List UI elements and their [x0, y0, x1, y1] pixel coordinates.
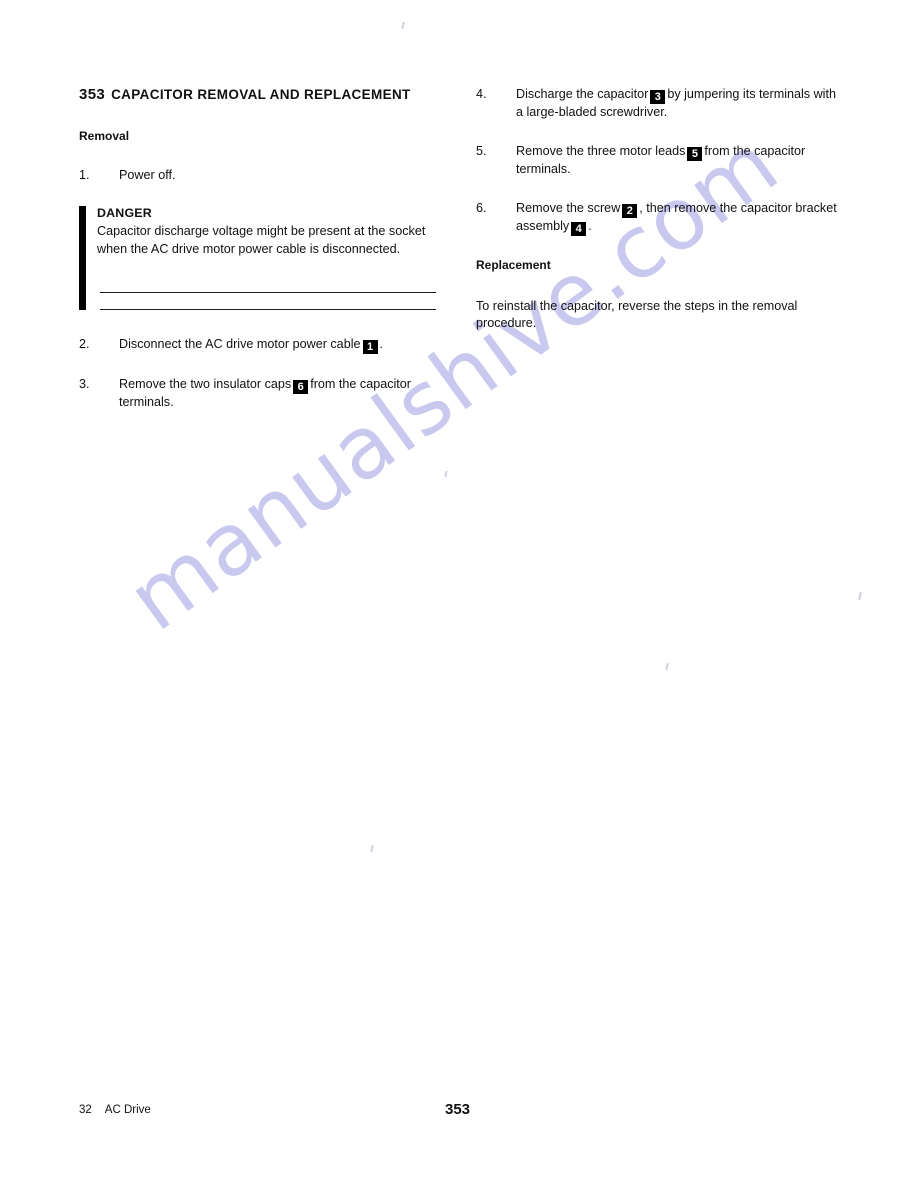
document-page: manualshive.com 353 CAPACITOR REMOVAL AND… — [0, 0, 923, 1192]
removal-step-5: 5. Remove the three motor leads 5 from the… — [476, 143, 844, 178]
page-footer: 32 AC Drive 353 — [79, 1101, 863, 1124]
step-text-after: . — [379, 337, 384, 351]
danger-rule — [100, 292, 436, 293]
page-title-number: 353 — [79, 86, 106, 103]
footer-section-number: 353 — [445, 1101, 471, 1118]
page-title-text: CAPACITOR REMOVAL AND REPLACEMENT — [111, 87, 411, 102]
removal-heading: Removal — [79, 129, 130, 143]
step-text-before: Discharge the capacitor — [516, 87, 649, 101]
scan-speck — [370, 844, 374, 853]
step-text-before: Remove the two insulator caps — [119, 377, 292, 391]
replacement-heading: Replacement — [476, 258, 551, 272]
footer-page-number: 32 — [79, 1104, 92, 1116]
danger-notice: DANGER Capacitor discharge voltage might… — [79, 206, 439, 310]
removal-step-3: 3. Remove the two insulator caps 6 from th… — [79, 376, 439, 411]
scan-speck — [444, 470, 448, 478]
footer-manual-name: AC Drive — [104, 1104, 151, 1116]
footer-left: 32 AC Drive — [79, 1104, 151, 1116]
step-text-after: . — [588, 219, 592, 233]
step-text: Remove the screw 2, then remove the capac… — [516, 200, 844, 236]
scan-speck — [401, 21, 405, 30]
step-text: Disconnect the AC drive motor power cabl… — [119, 336, 439, 354]
callout-badge-1: 1 — [362, 340, 378, 354]
step-number: 6. — [476, 201, 487, 215]
removal-step-6: 6. Remove the screw 2, then remove the ca… — [476, 200, 844, 236]
callout-badge-3: 3 — [650, 90, 666, 104]
page-title: 353 CAPACITOR REMOVAL AND REPLACEMENT — [79, 86, 439, 103]
step-text: Remove the three motor leads 5 from the ca… — [516, 143, 844, 178]
callout-badge-2: 2 — [622, 204, 638, 218]
step-number: 2. — [79, 337, 90, 351]
danger-body: Capacitor discharge voltage might be pre… — [97, 224, 426, 256]
danger-rule — [100, 309, 436, 310]
callout-badge-6: 6 — [293, 380, 309, 394]
scan-speck — [858, 591, 862, 601]
step-number: 3. — [79, 377, 90, 391]
replacement-body: To reinstall the capacitor, reverse the … — [476, 299, 798, 330]
step-text-before: Remove the screw — [516, 201, 621, 215]
callout-badge-5: 5 — [687, 147, 703, 161]
scan-speck — [665, 662, 669, 671]
danger-accent-bar — [79, 206, 86, 310]
step-number: 1. — [79, 168, 90, 182]
removal-step-4: 4. Discharge the capacitor 3 by jumpering … — [476, 86, 844, 121]
removal-step-2: 2. Disconnect the AC drive motor power c… — [79, 336, 439, 354]
danger-rules — [100, 292, 436, 310]
removal-step-1: 1. Power off. — [79, 167, 439, 184]
callout-badge-4: 4 — [571, 222, 587, 236]
step-text-before: Remove the three motor leads — [516, 144, 686, 158]
step-text-before: Disconnect the AC drive motor power cabl… — [119, 337, 361, 351]
step-text: Power off. — [119, 168, 176, 182]
left-column: 353 CAPACITOR REMOVAL AND REPLACEMENT Rem… — [79, 86, 439, 433]
danger-title: DANGER — [97, 206, 152, 220]
step-text: Remove the two insulator caps 6 from the c… — [119, 376, 439, 411]
right-column: 4. Discharge the capacitor 3 by jumpering … — [476, 86, 844, 332]
step-number: 4. — [476, 87, 487, 101]
step-text: Discharge the capacitor 3 by jumpering its… — [516, 86, 844, 121]
step-number: 5. — [476, 144, 487, 158]
